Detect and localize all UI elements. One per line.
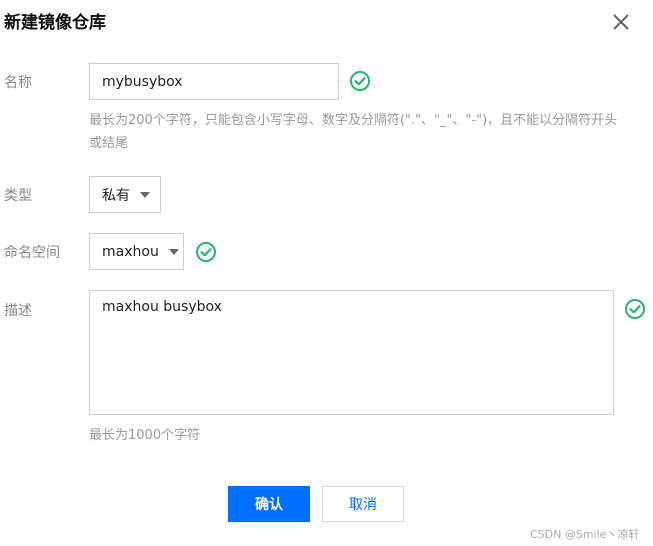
name-label: 名称 — [4, 75, 32, 91]
namespace-select-value: maxhou — [102, 243, 159, 260]
type-select[interactable]: 私有 — [89, 176, 161, 213]
cancel-button[interactable]: 取消 — [322, 486, 404, 522]
close-button[interactable] — [611, 12, 631, 32]
chevron-down-icon — [168, 248, 179, 255]
description-valid-check-icon — [625, 299, 645, 319]
name-hint: 最长为200个字符，只能包含小写字母、数字及分隔符("."、"_"、"-")，且… — [89, 113, 618, 151]
watermark: CSDN @Smile丶凉轩 — [530, 528, 640, 541]
description-textarea-value: maxhou busybox — [102, 299, 222, 315]
dialog-title: 新建镜像仓库 — [4, 13, 106, 33]
confirm-button[interactable]: 确认 — [228, 486, 310, 522]
name-valid-check-icon — [350, 71, 370, 91]
type-select-value: 私有 — [102, 187, 130, 204]
description-hint: 最长为1000个字符 — [89, 428, 201, 443]
type-label: 类型 — [4, 188, 32, 204]
close-icon — [613, 14, 629, 30]
description-textarea[interactable]: maxhou busybox — [89, 290, 614, 415]
description-label: 描述 — [4, 303, 32, 319]
name-input[interactable]: mybusybox — [89, 63, 339, 100]
chevron-down-icon — [140, 191, 150, 198]
namespace-valid-check-icon — [196, 242, 216, 262]
namespace-select[interactable]: maxhou — [89, 233, 184, 270]
namespace-label: 命名空间 — [4, 245, 60, 261]
name-input-value: mybusybox — [102, 73, 183, 90]
